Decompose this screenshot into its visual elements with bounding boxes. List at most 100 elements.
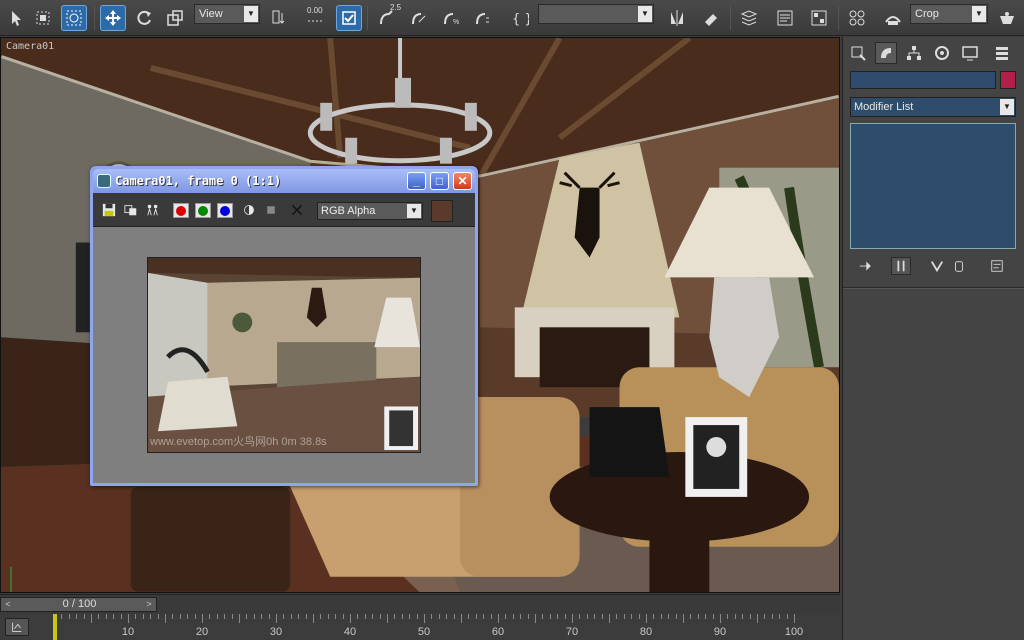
motion-tab-icon[interactable] xyxy=(931,42,953,64)
timeline-tick xyxy=(712,614,714,619)
layer-manager-icon[interactable] xyxy=(736,5,762,31)
timeline-tick xyxy=(202,614,203,623)
schematic-view-icon[interactable] xyxy=(806,5,832,31)
reference-coordinate-value: View xyxy=(199,8,223,20)
timeline-tick xyxy=(401,614,403,619)
timeline-tick xyxy=(549,614,551,619)
remove-modifier-icon[interactable] xyxy=(949,257,969,275)
alpha-channel-icon[interactable] xyxy=(241,202,257,218)
pin-stack-icon[interactable] xyxy=(855,257,875,275)
timeline-tick xyxy=(276,614,277,623)
timeline-tick xyxy=(113,614,115,619)
frame-window-toolbar: RGB Alpha ▼ xyxy=(93,193,475,227)
main-toolbar: View ▼ 0.00 2.5 % { } ▼ xyxy=(0,0,1024,36)
timeline-tick-label: 20 xyxy=(195,626,209,638)
timeline-tick xyxy=(350,614,351,623)
modify-tab-icon[interactable] xyxy=(875,42,897,64)
viewport-label[interactable]: Camera01 xyxy=(6,41,54,52)
pivot-center-icon[interactable] xyxy=(266,5,292,31)
monochrome-icon[interactable] xyxy=(263,202,279,218)
timeline-tick xyxy=(68,614,70,619)
align-icon[interactable] xyxy=(698,5,724,31)
modifier-stack-controls xyxy=(843,255,1024,277)
timeline-tick xyxy=(394,614,396,619)
timeline-tick xyxy=(586,614,588,619)
current-frame-marker[interactable] xyxy=(53,614,57,640)
material-editor-icon[interactable] xyxy=(844,5,870,31)
chevron-down-icon: ▼ xyxy=(1000,99,1014,115)
select-object-icon[interactable] xyxy=(3,5,29,31)
object-name-field[interactable] xyxy=(850,71,996,89)
timeline-tick xyxy=(483,614,485,619)
window-crossing-icon[interactable] xyxy=(61,5,87,31)
timeline-tick xyxy=(179,614,181,619)
make-unique-icon[interactable] xyxy=(927,257,947,275)
pixel-color-swatch[interactable] xyxy=(431,200,453,222)
render-output-dropdown[interactable]: Crop ▼ xyxy=(910,4,988,24)
rendered-frame-window[interactable]: Camera01, frame 0 (1:1) _ □ ✕ RGB Alpha … xyxy=(90,166,478,486)
timeline-tick-label: 90 xyxy=(713,626,727,638)
timeline-tick xyxy=(91,614,92,623)
chevron-right-icon[interactable]: > xyxy=(142,598,156,611)
timeline-ruler[interactable]: 10 20 30 40 50 60 70 80 90 100 xyxy=(48,614,808,640)
save-image-icon[interactable] xyxy=(101,202,117,218)
modifier-list-dropdown[interactable]: Modifier List ▼ xyxy=(850,97,1016,117)
edit-named-selection-icon[interactable]: { } xyxy=(506,5,532,31)
configure-modifier-sets-icon[interactable] xyxy=(987,257,1007,275)
object-color-swatch[interactable] xyxy=(1000,71,1016,89)
select-move-icon[interactable] xyxy=(100,5,126,31)
modifier-stack-list[interactable] xyxy=(850,123,1016,249)
timeline-tick xyxy=(794,614,795,623)
time-slider-bar: < 0 / 100 > xyxy=(0,594,840,614)
timeline-tick xyxy=(290,614,292,619)
timeline-tick xyxy=(409,614,411,619)
close-icon[interactable]: ✕ xyxy=(453,172,472,190)
utilities-tab-icon[interactable] xyxy=(991,42,1013,64)
print-image-icon[interactable] xyxy=(145,202,161,218)
display-tab-icon[interactable] xyxy=(959,42,981,64)
blue-channel-toggle[interactable] xyxy=(217,203,233,218)
timeline-tick xyxy=(616,614,618,619)
curve-editor-icon[interactable] xyxy=(772,5,798,31)
reference-coordinate-dropdown[interactable]: View ▼ xyxy=(194,4,260,24)
timeline-tick xyxy=(757,614,758,623)
maximize-icon[interactable]: □ xyxy=(430,172,449,190)
timeline-tick-label: 80 xyxy=(639,626,653,638)
timeline-tick xyxy=(490,614,492,619)
timeline-tick xyxy=(313,614,314,623)
minimize-icon[interactable]: _ xyxy=(407,172,426,190)
chevron-down-icon: ▼ xyxy=(972,6,986,22)
mirror-icon[interactable] xyxy=(664,5,690,31)
timeline-tick xyxy=(172,614,174,619)
open-mini-curve-editor-icon[interactable] xyxy=(5,618,29,636)
timeline-tick xyxy=(690,614,692,619)
spinner-snap-toggle-icon[interactable] xyxy=(470,5,496,31)
green-channel-toggle[interactable] xyxy=(195,203,211,218)
clone-window-icon[interactable] xyxy=(123,202,139,218)
red-channel-toggle[interactable] xyxy=(173,203,189,218)
percent-snap-icon[interactable]: % xyxy=(438,5,464,31)
quick-render-icon[interactable] xyxy=(994,5,1020,31)
timeline-tick xyxy=(601,614,603,619)
frame-window-titlebar[interactable]: Camera01, frame 0 (1:1) _ □ ✕ xyxy=(93,169,475,193)
timeline-tick xyxy=(660,614,662,619)
command-panel-tabs xyxy=(843,37,1024,67)
time-slider[interactable]: < 0 / 100 > xyxy=(0,597,157,612)
track-bar[interactable]: 10 20 30 40 50 60 70 80 90 100 xyxy=(0,614,840,640)
hierarchy-tab-icon[interactable] xyxy=(903,42,925,64)
select-scale-icon[interactable] xyxy=(162,5,188,31)
create-tab-icon[interactable] xyxy=(847,42,869,64)
select-region-icon[interactable] xyxy=(30,5,56,31)
keyboard-shortcut-override-icon[interactable] xyxy=(336,5,362,31)
select-rotate-icon[interactable] xyxy=(131,5,157,31)
clear-icon[interactable] xyxy=(289,202,305,218)
timeline-tick xyxy=(594,614,596,619)
display-channel-dropdown[interactable]: RGB Alpha ▼ xyxy=(317,202,423,220)
timeline-tick xyxy=(364,614,366,619)
named-selection-sets-dropdown[interactable]: ▼ xyxy=(538,4,654,24)
render-setup-icon[interactable] xyxy=(880,5,906,31)
angle-snap-icon[interactable] xyxy=(406,5,432,31)
show-end-result-icon[interactable] xyxy=(891,257,911,275)
timeline-tick xyxy=(157,614,159,619)
timeline-tick-label: 10 xyxy=(121,626,135,638)
